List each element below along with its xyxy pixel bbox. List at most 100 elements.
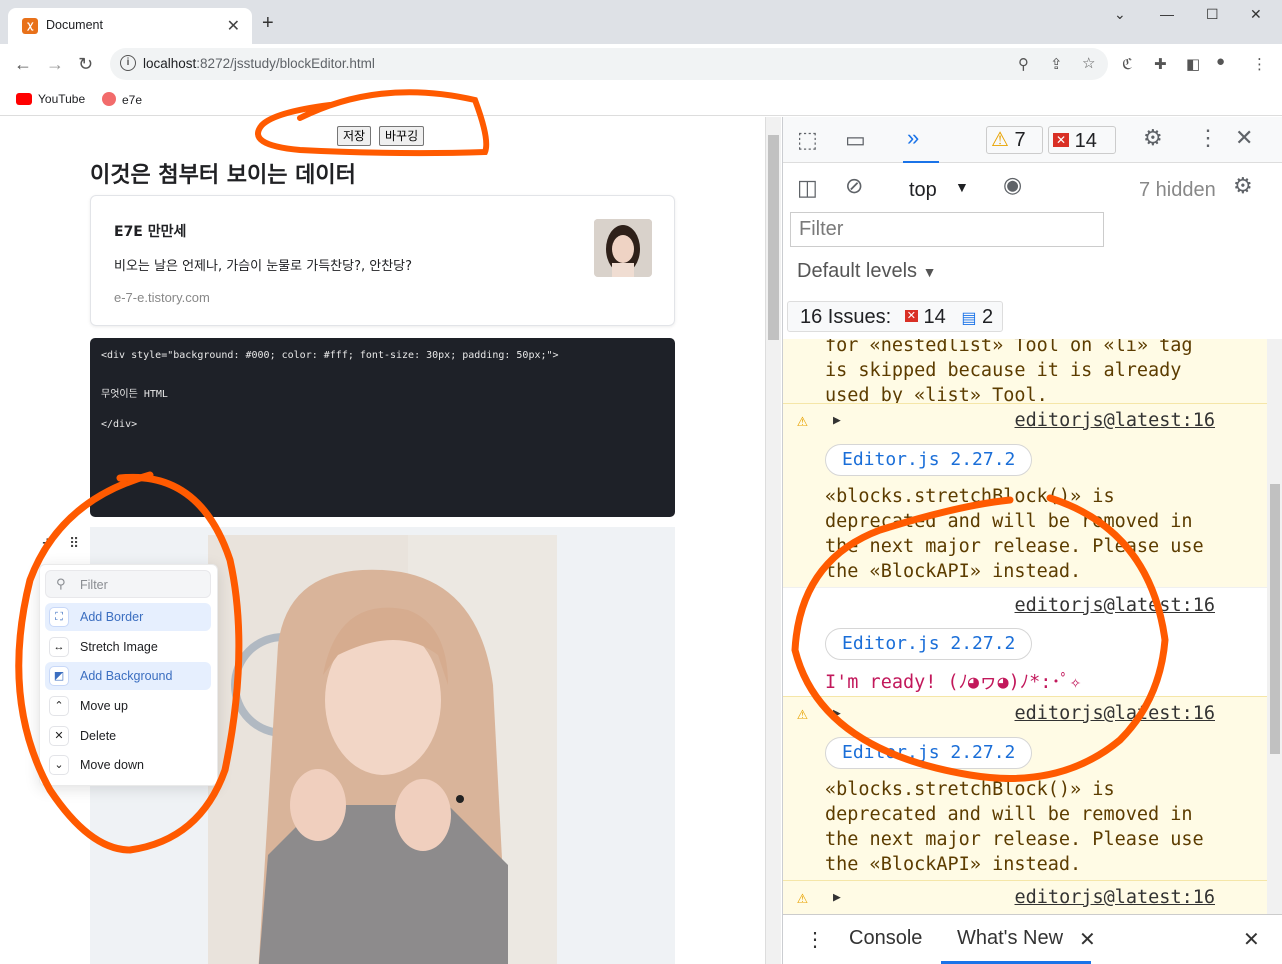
console-filter-input[interactable]: Filter <box>790 212 1104 247</box>
code-line: </div> <box>101 419 138 430</box>
stretch-icon: ↔ <box>49 637 69 657</box>
code-line: <div style="background: #000; color: #ff… <box>101 350 559 361</box>
page-scrollbar-thumb[interactable] <box>768 135 779 340</box>
bookmark-star-icon[interactable]: ☆ <box>1082 54 1095 72</box>
console-message-warning[interactable]: ⚠ ▶ editorjs@latest:16 Editor.js 2.27.2 … <box>783 403 1267 587</box>
tune-stretch-image[interactable]: ↔ Stretch Image <box>45 633 211 661</box>
tune-add-background[interactable]: ◩ Add Background <box>45 662 211 690</box>
drag-handle-icon[interactable]: ⠿ <box>69 535 79 552</box>
raw-html-block[interactable]: <div style="background: #000; color: #ff… <box>90 338 675 517</box>
inspect-element-icon[interactable]: ⬚ <box>797 127 818 153</box>
reload-icon[interactable]: ↻ <box>78 54 93 75</box>
hidden-count: 7 hidden <box>1139 179 1216 201</box>
extension-c-icon[interactable]: ℭ <box>1122 55 1133 73</box>
plus-icon[interactable]: + <box>42 533 53 554</box>
page-scrollbar[interactable] <box>765 117 781 964</box>
extensions-puzzle-icon[interactable]: ✚ <box>1154 55 1167 73</box>
tab-close-icon[interactable]: ✕ <box>227 16 240 36</box>
forward-icon[interactable]: → <box>46 54 64 75</box>
tab-search-icon[interactable]: ⌄ <box>1114 6 1126 23</box>
expand-triangle-icon[interactable]: ▶ <box>833 413 841 428</box>
portrait-illustration <box>208 535 557 964</box>
console-messages: for «nestedlist» Tool on «li» tag is ski… <box>783 339 1267 914</box>
console-scrollbar[interactable] <box>1267 339 1282 914</box>
drawer-menu-icon[interactable]: ⋮ <box>805 927 825 952</box>
source-link[interactable]: editorjs@latest:16 <box>1015 887 1215 908</box>
change-button[interactable]: 바꾸깅 <box>379 126 425 146</box>
link-thumbnail <box>594 219 652 277</box>
profile-avatar-icon[interactable]: ● <box>1216 53 1225 70</box>
tab-whats-new[interactable]: What's New <box>957 927 1063 950</box>
link-preview-card[interactable]: E7E 만만세 비오는 날은 언제나, 가슴이 눈물로 가득찬당?, 안찬당? … <box>90 195 675 326</box>
image-photo <box>208 535 557 964</box>
search-icon: ⚲ <box>56 576 66 591</box>
tab-console[interactable]: Console <box>849 927 922 950</box>
tune-move-down[interactable]: ⌄ Move down <box>45 751 211 779</box>
back-icon[interactable]: ← <box>14 54 32 75</box>
console-scrollbar-thumb[interactable] <box>1270 484 1280 754</box>
source-link[interactable]: editorjs@latest:16 <box>1015 595 1215 616</box>
xampp-favicon-icon: ꭓ <box>22 18 38 34</box>
window-close-icon[interactable]: ✕ <box>1250 6 1262 23</box>
close-whats-new-icon[interactable]: ✕ <box>1079 927 1096 952</box>
console-message-warning[interactable]: ⚠ ▶ editorjs@latest:16 Editor.js 2.27.2 … <box>783 696 1267 880</box>
sidebar-toggle-icon[interactable]: ◫ <box>797 175 818 201</box>
bookmarks-bar: YouTube e7e <box>0 84 1282 116</box>
context-selector[interactable]: top <box>909 179 937 202</box>
link-url: e-7-e.tistory.com <box>114 290 210 305</box>
bookmark-e7e[interactable]: e7e <box>102 92 142 107</box>
address-bar[interactable]: i localhost:8272/jsstudy/blockEditor.htm… <box>110 48 1108 80</box>
maximize-icon[interactable]: ☐ <box>1206 6 1219 23</box>
drawer-close-icon[interactable]: ✕ <box>1243 927 1260 952</box>
console-message-log[interactable]: editorjs@latest:16 Editor.js 2.27.2 I'm … <box>783 587 1267 696</box>
share-icon[interactable]: ⇪ <box>1050 55 1063 73</box>
clear-console-icon[interactable]: ⊘ <box>845 173 863 199</box>
devtools-menu-icon[interactable]: ⋮ <box>1197 125 1219 151</box>
browser-toolbar: ← → ↻ i localhost:8272/jsstudy/blockEdit… <box>0 44 1282 84</box>
devtools-main-toolbar: ⬚ ▭ » ⚠ 7 ✕ 14 ⚙ ⋮ ✕ <box>783 117 1282 163</box>
border-icon: ⛶ <box>49 607 69 627</box>
save-button[interactable]: 저장 <box>337 126 372 146</box>
tab-strip: ꭓ Document ✕ + ⌄ — ☐ ✕ <box>0 0 1282 44</box>
log-levels-dropdown[interactable]: Default levels ▼ <box>797 260 936 283</box>
minimize-icon[interactable]: — <box>1160 6 1174 22</box>
console-message-warning[interactable]: ⚠ ▶ editorjs@latest:16 <box>783 880 1267 914</box>
tune-move-up[interactable]: ⌃ Move up <box>45 692 211 720</box>
menu-dots-icon[interactable]: ⋮ <box>1252 55 1267 73</box>
devtools-close-icon[interactable]: ✕ <box>1235 125 1253 151</box>
tunes-filter-input[interactable]: ⚲ Filter <box>45 570 211 598</box>
bookmark-youtube[interactable]: YouTube <box>16 92 85 106</box>
console-message-warning[interactable]: for «nestedlist» Tool on «li» tag is ski… <box>783 339 1267 406</box>
editorjs-version-pill: Editor.js 2.27.2 <box>825 628 1033 660</box>
tune-delete[interactable]: ✕ Delete <box>45 722 211 750</box>
source-link[interactable]: editorjs@latest:16 <box>1015 703 1215 724</box>
more-tabs-icon[interactable]: » <box>907 125 919 151</box>
context-dropdown-icon[interactable]: ▼ <box>955 179 969 195</box>
settings-gear-icon[interactable]: ⚙ <box>1143 125 1163 151</box>
tune-add-border[interactable]: ⛶ Add Border <box>45 603 211 631</box>
errors-badge[interactable]: ✕ 14 <box>1048 126 1116 154</box>
chevron-down-icon: ⌄ <box>49 755 69 775</box>
zoom-icon[interactable]: ⚲ <box>1018 55 1029 73</box>
console-settings-icon[interactable]: ⚙ <box>1233 173 1253 199</box>
editorjs-version-pill: Editor.js 2.27.2 <box>825 444 1033 476</box>
tab-title: Document <box>46 18 103 32</box>
editorjs-version-pill: Editor.js 2.27.2 <box>825 737 1033 769</box>
tab-document[interactable]: ꭓ Document ✕ <box>8 8 252 44</box>
warnings-badge[interactable]: ⚠ 7 <box>986 126 1043 154</box>
background-icon: ◩ <box>49 666 69 686</box>
youtube-icon <box>16 93 32 105</box>
source-link[interactable]: editorjs@latest:16 <box>1015 410 1215 431</box>
expand-triangle-icon[interactable]: ▶ <box>833 706 841 721</box>
warning-icon: ⚠ <box>797 410 808 431</box>
issue-error-icon: ✕ <box>904 310 918 322</box>
live-expression-eye-icon[interactable]: ◉ <box>1003 172 1022 198</box>
site-info-icon[interactable]: i <box>120 55 136 71</box>
issues-counter[interactable]: 16 Issues: ✕ 14 ▤ 2 <box>787 301 1003 332</box>
issue-info-icon: ▤ <box>961 310 977 327</box>
side-panel-icon[interactable]: ◧ <box>1186 55 1200 73</box>
new-tab-button[interactable]: + <box>262 12 274 35</box>
devtools-panel: ⬚ ▭ » ⚠ 7 ✕ 14 ⚙ ⋮ ✕ ◫ ⊘ top ▼ ◉ 7 hidde… <box>782 117 1282 964</box>
device-toolbar-icon[interactable]: ▭ <box>845 127 866 153</box>
expand-triangle-icon[interactable]: ▶ <box>833 890 841 905</box>
